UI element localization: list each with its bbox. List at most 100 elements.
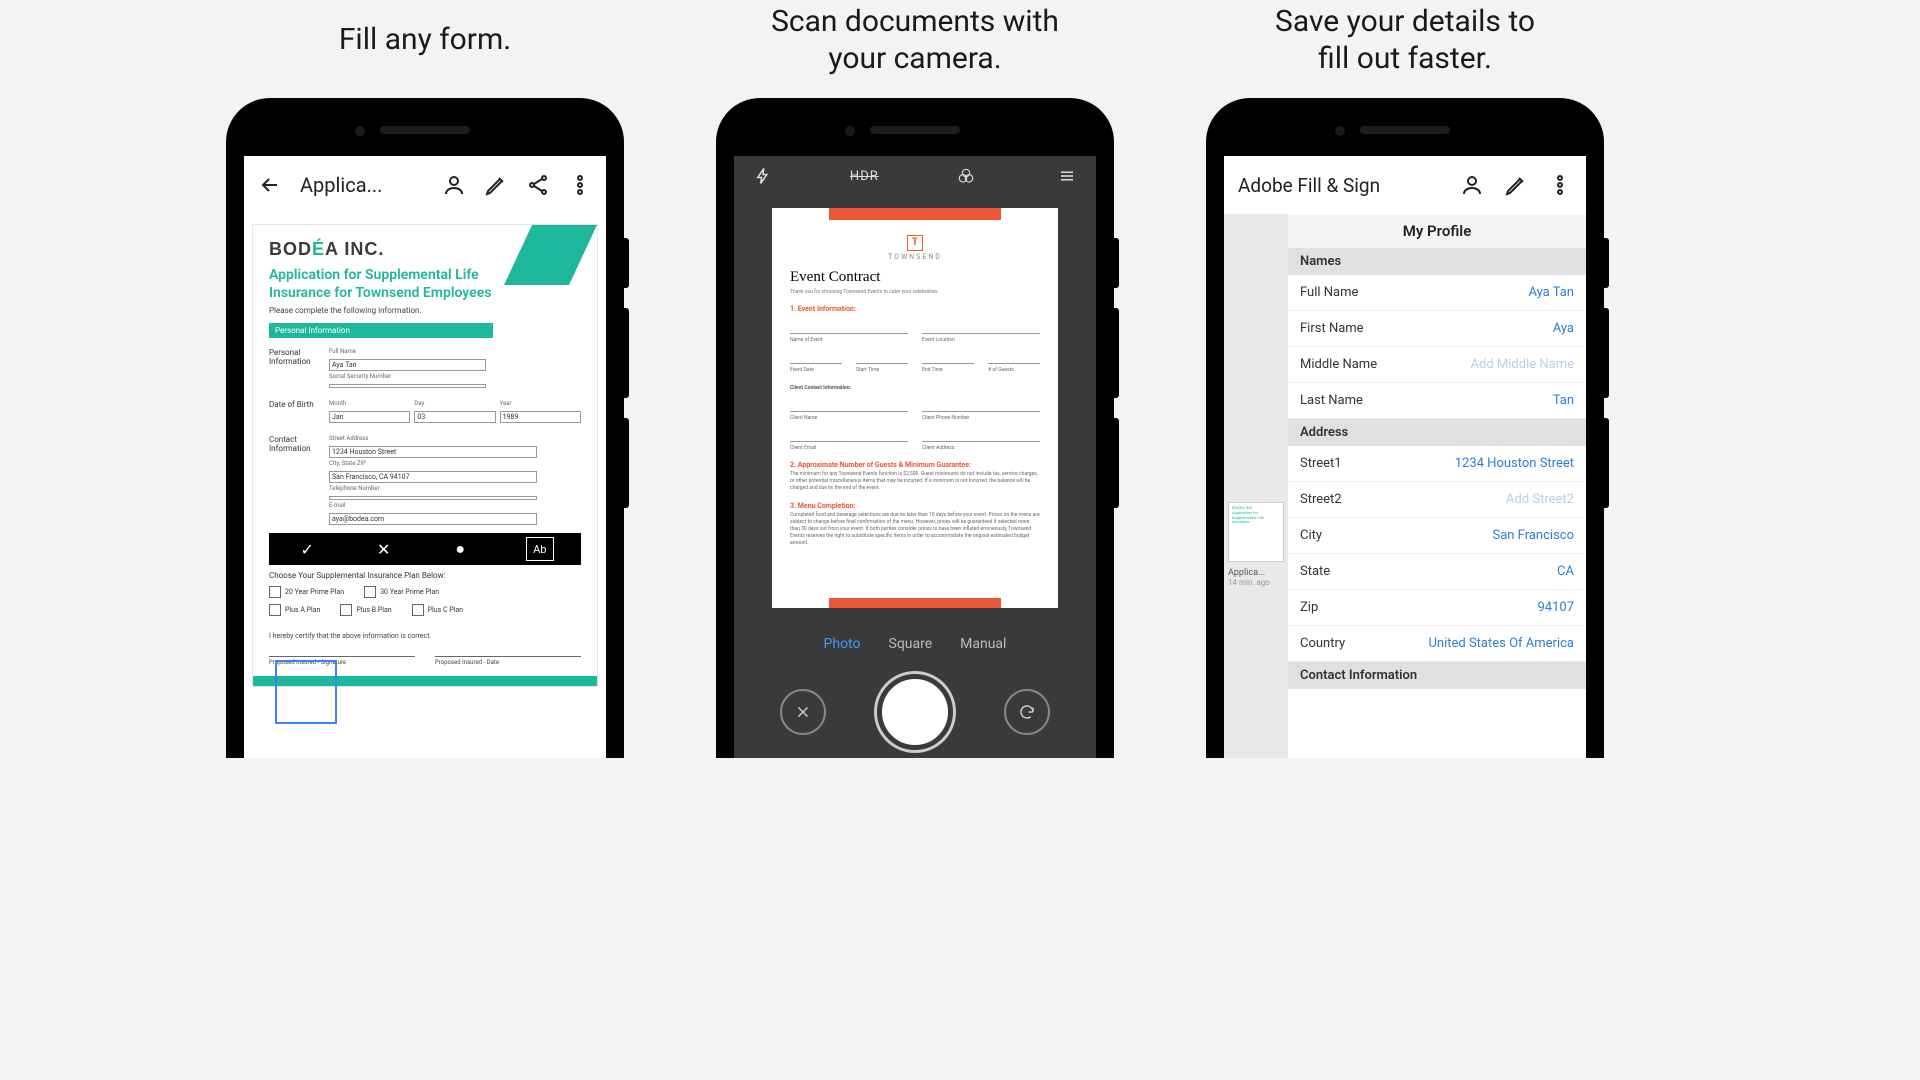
checkbox-plus-b[interactable]: Plus B Plan bbox=[340, 604, 391, 616]
signature-line-2[interactable]: Proposed Insured - Date bbox=[435, 656, 581, 666]
power-button-icon bbox=[1114, 238, 1119, 288]
row-middle-name[interactable]: Middle NameAdd Middle Name bbox=[1288, 347, 1586, 383]
phone-frame-2: HDR T TOWNSEND Event Contract Thank you … bbox=[716, 98, 1114, 758]
panel-fill-form: Fill any form. Applica... BODÉA INC. App… bbox=[200, 0, 650, 800]
field-ssn[interactable] bbox=[329, 384, 486, 388]
earpiece bbox=[380, 126, 470, 134]
plan-header: Choose Your Supplemental Insurance Plan … bbox=[269, 571, 581, 580]
checkmark-tool-icon[interactable]: ✓ bbox=[296, 538, 318, 560]
cross-tool-icon[interactable]: ✕ bbox=[373, 538, 395, 560]
earpiece bbox=[1360, 126, 1450, 134]
corner-accent bbox=[504, 225, 597, 285]
camera-modes: Photo Square Manual bbox=[734, 636, 1096, 652]
caption-1: Fill any form. bbox=[200, 0, 650, 80]
hamburger-menu-icon[interactable] bbox=[1056, 165, 1078, 187]
row-street1[interactable]: Street11234 Houston Street bbox=[1288, 446, 1586, 482]
document-footer bbox=[253, 676, 597, 686]
certify-text: I hereby certify that the above informat… bbox=[269, 632, 581, 640]
overflow-menu-icon[interactable] bbox=[1548, 173, 1572, 197]
profile-panel: My Profile Names Full NameAya Tan First … bbox=[1288, 214, 1586, 758]
document-viewport[interactable]: BODÉA INC. Application for Supplemental … bbox=[244, 214, 606, 687]
volume-up-icon bbox=[624, 308, 629, 398]
overflow-menu-icon[interactable] bbox=[568, 173, 592, 197]
toolbar-title: Applica... bbox=[300, 173, 382, 197]
thumbnail-time: 14 min. ago bbox=[1228, 578, 1284, 587]
share-icon[interactable] bbox=[526, 173, 550, 197]
mode-photo[interactable]: Photo bbox=[824, 636, 861, 652]
panel-profile: Save your details tofill out faster. Ado… bbox=[1180, 0, 1630, 800]
power-button-icon bbox=[624, 238, 629, 288]
power-button-icon bbox=[1604, 238, 1609, 288]
earpiece bbox=[870, 126, 960, 134]
camera-dot bbox=[1335, 126, 1345, 136]
checkbox-plus-a[interactable]: Plus A Plan bbox=[269, 604, 320, 616]
doc-logo: T TOWNSEND bbox=[772, 230, 1058, 261]
profile-toolbar: Adobe Fill & Sign bbox=[1224, 156, 1586, 214]
row-last-name[interactable]: Last NameTan bbox=[1288, 383, 1586, 419]
hdr-toggle[interactable]: HDR bbox=[853, 165, 875, 187]
caption-2: Scan documents withyour camera. bbox=[690, 0, 1140, 80]
label-contact-info: Contact Information bbox=[269, 435, 329, 527]
mode-square[interactable]: Square bbox=[889, 636, 933, 652]
label-dob: Date of Birth bbox=[269, 400, 329, 425]
thumbnail-label: Applica... bbox=[1228, 568, 1284, 578]
volume-down-icon bbox=[624, 418, 629, 508]
close-camera-button[interactable] bbox=[780, 689, 826, 735]
document-thumbnail[interactable]: BODEA INC.Application for Supplemental L… bbox=[1228, 502, 1284, 562]
checkbox-plus-c[interactable]: Plus C Plan bbox=[412, 604, 463, 616]
app-toolbar: Applica... bbox=[244, 156, 606, 214]
row-street2[interactable]: Street2Add Street2 bbox=[1288, 482, 1586, 518]
volume-up-icon bbox=[1604, 308, 1609, 398]
field-month[interactable]: Jan bbox=[329, 411, 410, 423]
camera-dot bbox=[355, 126, 365, 136]
text-tool-icon[interactable]: Ab bbox=[526, 537, 554, 561]
checkbox-20yr[interactable]: 20 Year Prime Plan bbox=[269, 586, 344, 598]
row-full-name[interactable]: Full NameAya Tan bbox=[1288, 275, 1586, 311]
camera-top-bar: HDR bbox=[734, 156, 1096, 196]
phone-frame-1: Applica... BODÉA INC. Application for Su… bbox=[226, 98, 624, 758]
field-city-state-zip[interactable]: San Francisco, CA 94107 bbox=[329, 471, 537, 483]
row-country[interactable]: CountryUnited States Of America bbox=[1288, 626, 1586, 662]
row-state[interactable]: StateCA bbox=[1288, 554, 1586, 590]
field-day[interactable]: 03 bbox=[414, 411, 495, 423]
field-full-name[interactable]: Aya Tan bbox=[329, 359, 486, 371]
field-telephone[interactable] bbox=[329, 496, 537, 500]
selection-rectangle bbox=[275, 660, 337, 724]
camera-viewport: T TOWNSEND Event Contract Thank you for … bbox=[734, 196, 1096, 608]
section-names: Names bbox=[1288, 248, 1586, 275]
field-street[interactable]: 1234 Houston Street bbox=[329, 446, 537, 458]
shutter-button[interactable] bbox=[877, 674, 953, 750]
form-document: BODÉA INC. Application for Supplemental … bbox=[252, 224, 598, 687]
checkbox-30yr[interactable]: 30 Year Prime Plan bbox=[364, 586, 439, 598]
caption-3: Save your details tofill out faster. bbox=[1180, 0, 1630, 80]
signature-line-1[interactable]: Proposed Insured - Signature bbox=[269, 656, 415, 666]
profile-icon[interactable] bbox=[1460, 173, 1484, 197]
document-subtitle: Please complete the following informatio… bbox=[269, 306, 581, 315]
row-city[interactable]: CitySan Francisco bbox=[1288, 518, 1586, 554]
field-email[interactable]: aya@bodea.com bbox=[329, 513, 537, 525]
filter-icon[interactable] bbox=[955, 165, 977, 187]
sign-pen-icon[interactable] bbox=[1504, 173, 1528, 197]
sign-pen-icon[interactable] bbox=[484, 173, 508, 197]
app-title: Adobe Fill & Sign bbox=[1238, 174, 1440, 197]
profile-header: My Profile bbox=[1288, 214, 1586, 248]
dot-tool-icon[interactable]: ● bbox=[449, 538, 471, 560]
label-personal-info: Personal Information bbox=[269, 348, 329, 390]
document-sidebar: BODEA INC.Application for Supplemental L… bbox=[1224, 214, 1288, 758]
phone-frame-3: Adobe Fill & Sign BODEA INC.Application … bbox=[1206, 98, 1604, 758]
camera-controls bbox=[734, 674, 1096, 750]
field-year[interactable]: 1989 bbox=[500, 411, 581, 423]
doc-accent-top bbox=[829, 208, 1001, 220]
flash-icon[interactable] bbox=[752, 165, 774, 187]
back-icon[interactable] bbox=[258, 173, 282, 197]
row-zip[interactable]: Zip94107 bbox=[1288, 590, 1586, 626]
annotation-toolbar: ✓ ✕ ● Ab bbox=[269, 533, 581, 565]
mode-manual[interactable]: Manual bbox=[960, 636, 1006, 652]
profile-icon[interactable] bbox=[442, 173, 466, 197]
switch-camera-button[interactable] bbox=[1004, 689, 1050, 735]
volume-down-icon bbox=[1604, 418, 1609, 508]
row-first-name[interactable]: First NameAya bbox=[1288, 311, 1586, 347]
volume-up-icon bbox=[1114, 308, 1119, 398]
doc-accent-bottom bbox=[829, 598, 1001, 608]
section-contact: Contact Information bbox=[1288, 662, 1586, 689]
